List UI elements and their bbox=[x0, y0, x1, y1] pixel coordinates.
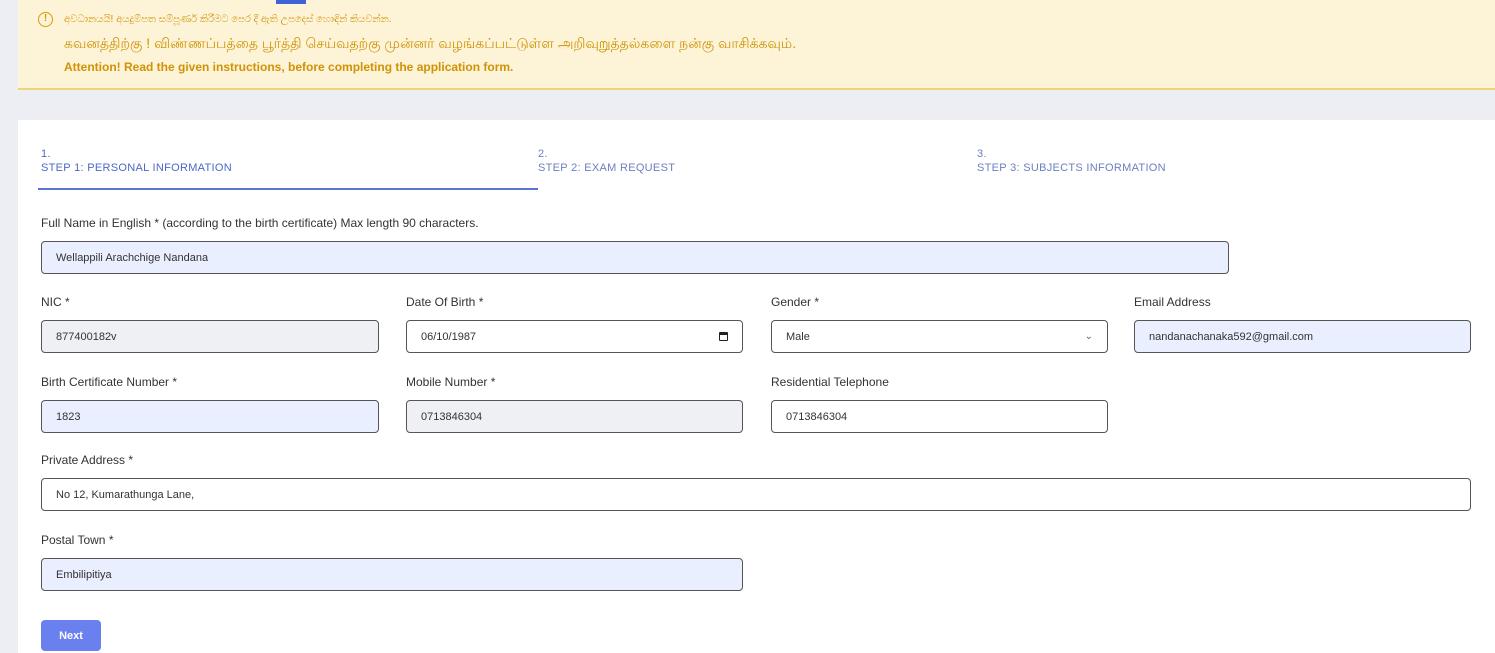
dob-label: Date Of Birth * bbox=[406, 295, 484, 309]
mobile-label: Mobile Number * bbox=[406, 375, 496, 389]
step-number: 3. bbox=[977, 148, 987, 160]
step-personal-information[interactable]: 1. STEP 1: PERSONAL INFORMATION bbox=[41, 148, 232, 174]
banner-english-text: Attention! Read the given instructions, … bbox=[64, 60, 514, 74]
dob-input[interactable]: 06/10/1987 bbox=[406, 320, 743, 353]
step-label: STEP 3: SUBJECTS INFORMATION bbox=[977, 162, 1166, 174]
birth-certificate-label: Birth Certificate Number * bbox=[41, 375, 178, 389]
nic-label: NIC * bbox=[41, 295, 70, 309]
nic-input[interactable]: 877400182v bbox=[41, 320, 379, 353]
gender-select[interactable]: Male ⌄ bbox=[771, 320, 1108, 353]
email-value: nandanachanaka592@gmail.com bbox=[1149, 330, 1314, 343]
step-label: STEP 1: PERSONAL INFORMATION bbox=[41, 162, 232, 174]
step-label: STEP 2: EXAM REQUEST bbox=[538, 162, 676, 174]
dob-value: 06/10/1987 bbox=[421, 330, 477, 343]
birth-certificate-value: 1823 bbox=[56, 410, 81, 423]
banner-tamil-text: கவனத்திற்கு ! விண்ணப்பத்தை பூர்த்தி செய்… bbox=[64, 35, 797, 51]
residential-telephone-input[interactable]: 0713846304 bbox=[771, 400, 1108, 433]
postal-town-value: Embilipitiya bbox=[56, 568, 112, 581]
private-address-label: Private Address * bbox=[41, 453, 134, 467]
private-address-input[interactable]: No 12, Kumarathunga Lane, bbox=[41, 478, 1471, 511]
nic-value: 877400182v bbox=[56, 330, 117, 343]
mobile-value: 0713846304 bbox=[421, 410, 483, 423]
residential-telephone-value: 0713846304 bbox=[786, 410, 848, 423]
birth-certificate-input[interactable]: 1823 bbox=[41, 400, 379, 433]
residential-telephone-label: Residential Telephone bbox=[771, 375, 889, 389]
mobile-input[interactable]: 0713846304 bbox=[406, 400, 743, 433]
active-tab-indicator bbox=[276, 0, 306, 4]
attention-banner: ! අවධානයයි! අයදුම්පත සම්පූර්ණ කිරීමට පෙර… bbox=[18, 0, 1495, 90]
active-step-underline bbox=[38, 188, 538, 190]
step-exam-request[interactable]: 2. STEP 2: EXAM REQUEST bbox=[538, 148, 675, 174]
gender-value: Male bbox=[786, 330, 810, 343]
email-label: Email Address bbox=[1134, 295, 1211, 309]
full-name-value: Wellappili Arachchige Nandana bbox=[56, 251, 209, 264]
postal-town-input[interactable]: Embilipitiya bbox=[41, 558, 743, 591]
step-number: 1. bbox=[41, 148, 51, 160]
step-number: 2. bbox=[538, 148, 548, 160]
full-name-label: Full Name in English * (according to the… bbox=[41, 216, 479, 230]
postal-town-label: Postal Town * bbox=[41, 533, 114, 547]
chevron-down-icon: ⌄ bbox=[1084, 331, 1093, 342]
step-subjects-information[interactable]: 3. STEP 3: SUBJECTS INFORMATION bbox=[977, 148, 1166, 174]
email-input[interactable]: nandanachanaka592@gmail.com bbox=[1134, 320, 1471, 353]
exclamation-circle-icon: ! bbox=[38, 12, 53, 27]
calendar-icon[interactable] bbox=[719, 332, 728, 341]
full-name-input[interactable]: Wellappili Arachchige Nandana bbox=[41, 241, 1229, 274]
private-address-value: No 12, Kumarathunga Lane, bbox=[56, 488, 195, 501]
banner-sinhala-text: අවධානයයි! අයදුම්පත සම්පූර්ණ කිරීමට පෙර ද… bbox=[64, 14, 392, 25]
next-button[interactable]: Next bbox=[41, 620, 101, 651]
gender-label: Gender * bbox=[771, 295, 820, 309]
